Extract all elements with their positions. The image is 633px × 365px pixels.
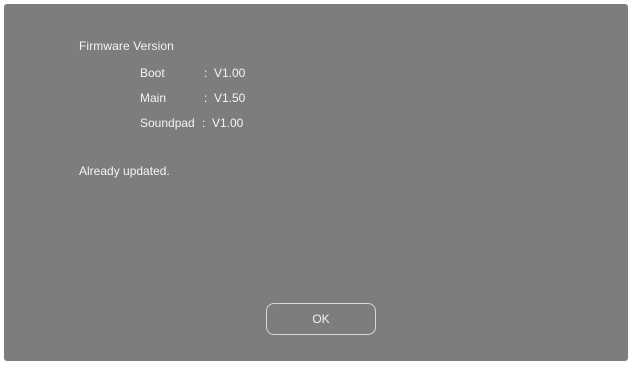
version-row-main: Main : V1.50 — [140, 91, 245, 107]
version-row-soundpad: Soundpad : V1.00 — [140, 116, 243, 132]
version-value: V1.50 — [214, 91, 246, 105]
status-message: Already updated. — [79, 164, 170, 178]
version-row-boot: Boot : V1.00 — [140, 66, 245, 82]
version-separator: : — [204, 66, 208, 80]
version-separator: : — [204, 91, 208, 105]
ok-button-label: OK — [312, 312, 330, 326]
firmware-dialog: Firmware Version Boot : V1.00 Main : V1.… — [4, 4, 628, 361]
ok-button[interactable]: OK — [266, 303, 376, 335]
version-name: Soundpad — [140, 116, 195, 130]
version-value: V1.00 — [212, 116, 244, 130]
version-name: Boot — [140, 66, 165, 80]
version-name: Main — [140, 91, 167, 105]
version-value: V1.00 — [214, 66, 246, 80]
version-separator: : — [202, 116, 206, 130]
dialog-title: Firmware Version — [79, 39, 174, 53]
